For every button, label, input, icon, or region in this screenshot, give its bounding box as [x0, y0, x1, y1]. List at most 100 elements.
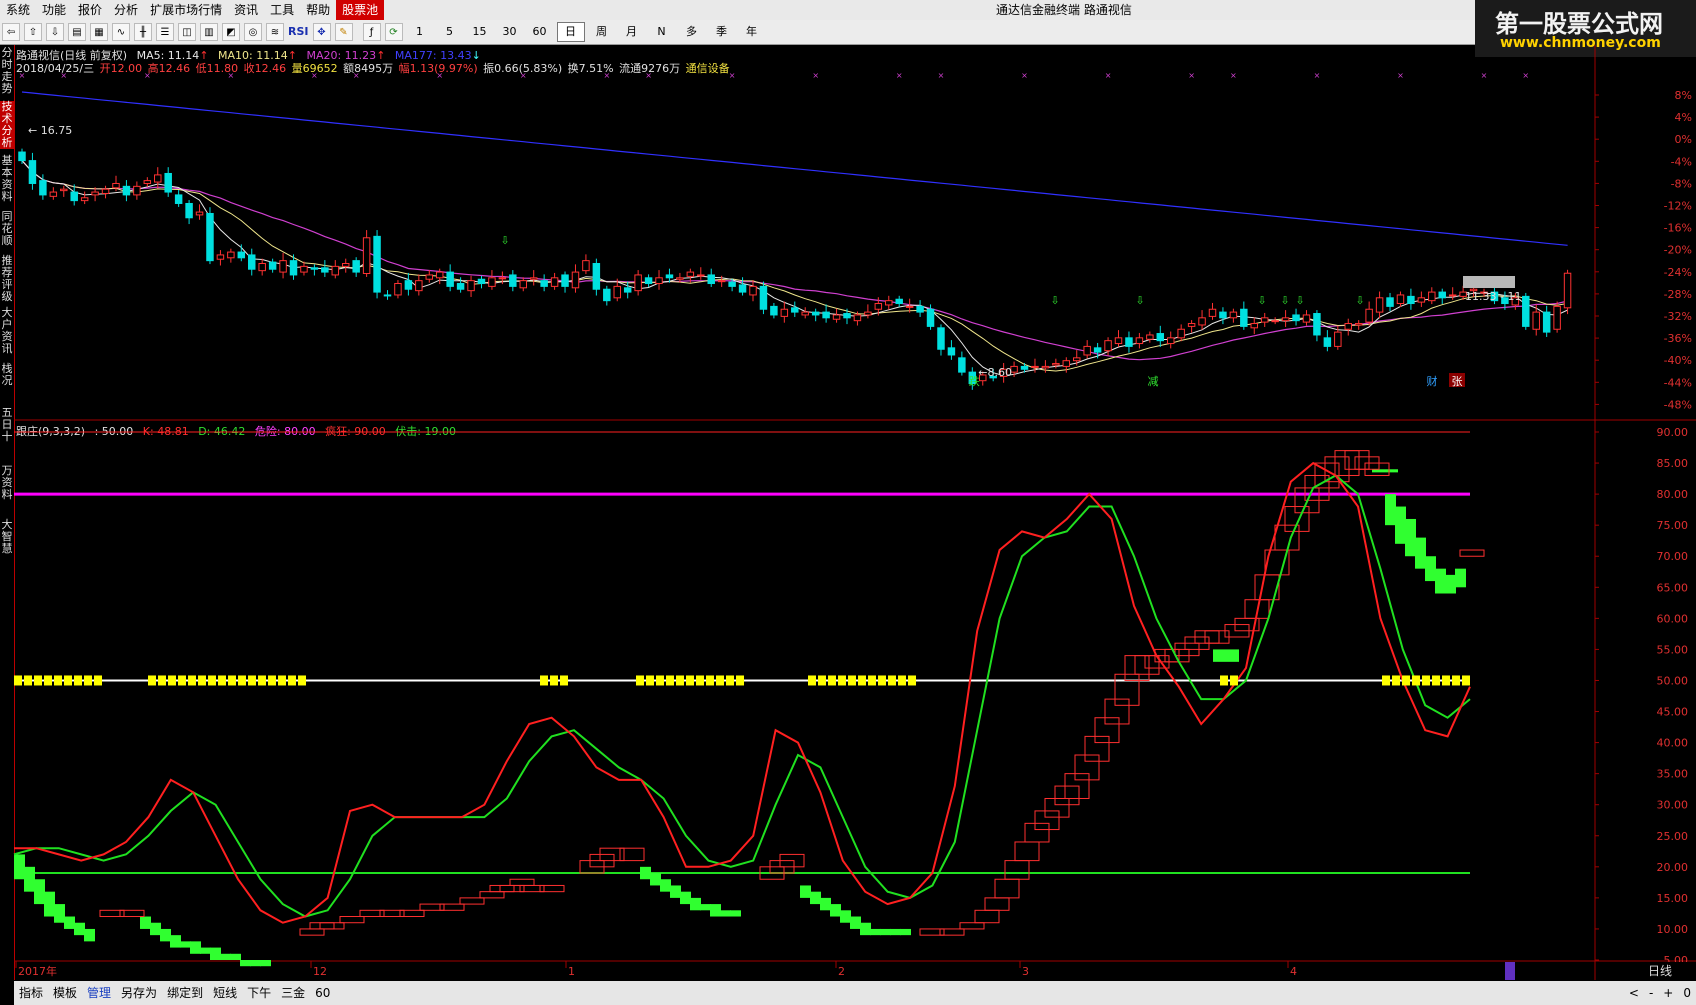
candle-body — [1073, 357, 1081, 362]
buy-block — [1284, 506, 1310, 532]
signal-mark: × — [1105, 71, 1112, 80]
signal-mark: × — [436, 71, 443, 80]
sell-block — [160, 928, 171, 942]
bottom-tab-sanjin[interactable]: 三金 — [276, 981, 310, 1005]
sell-block — [84, 928, 95, 942]
candle-body — [488, 277, 496, 287]
signal-mark: × — [812, 71, 819, 80]
signal-square — [736, 675, 744, 686]
signal-square — [666, 675, 674, 686]
candle-body — [435, 271, 444, 279]
bottom-tab-template[interactable]: 模板 — [48, 981, 82, 1005]
signal-square — [74, 675, 82, 686]
candle-body — [926, 308, 935, 327]
signal-square — [258, 675, 266, 686]
candle-body — [331, 265, 340, 276]
bottom-tab-short[interactable]: 短线 — [208, 981, 242, 1005]
kline-chart[interactable]: 8% 4% 0% -4% -8% -12% -16% -20% -24% -28% -32% -36%… — [0, 0, 1696, 1005]
candle-body — [1375, 297, 1384, 313]
signal-square — [188, 675, 196, 686]
sell-block — [1445, 574, 1456, 594]
sell-block — [64, 916, 75, 929]
signal-square — [1392, 675, 1400, 686]
signal-mark: × — [896, 71, 903, 80]
candle-body — [394, 283, 402, 296]
signal-square — [208, 675, 216, 686]
time-axis-label: 1 — [568, 965, 575, 978]
candle-body — [216, 254, 225, 260]
signal-square — [550, 675, 558, 686]
indicator-axis-label: 90.00 — [1657, 426, 1689, 439]
candle-body — [1156, 333, 1165, 342]
signal-square — [1412, 675, 1420, 686]
zoom-in-button[interactable]: + — [1658, 981, 1678, 1005]
period-label: 日线 — [1640, 962, 1696, 981]
candle-body — [1438, 291, 1446, 299]
signal-square — [248, 675, 256, 686]
ma177-line — [21, 91, 1568, 246]
indicator-axis-label: 10.00 — [1657, 923, 1689, 936]
buy-block — [479, 891, 505, 899]
buy-block — [299, 928, 325, 936]
sell-block — [730, 910, 741, 917]
candle-body — [822, 311, 830, 319]
signal-mark: × — [19, 71, 26, 80]
signal-square — [178, 675, 186, 686]
candle-body — [613, 285, 621, 299]
candle-body — [707, 274, 715, 285]
sell-block — [220, 953, 231, 960]
candle-body — [1062, 360, 1071, 367]
bottom-tab-60[interactable]: 60 — [310, 981, 335, 1005]
candle-body — [1208, 308, 1217, 317]
d-line — [13, 474, 1471, 918]
bottom-tab-save-as[interactable]: 另存为 — [116, 981, 162, 1005]
candle-body — [39, 180, 47, 196]
candle-body — [1553, 305, 1561, 330]
time-axis-label: 3 — [1022, 965, 1029, 978]
signal-square — [686, 675, 694, 686]
indicator-axis-label: 80.00 — [1657, 488, 1689, 501]
signal-mark: × — [1021, 71, 1028, 80]
down-arrow-signal: ⇩ — [1257, 294, 1266, 307]
bottom-tab-afternoon[interactable]: 下午 — [242, 981, 276, 1005]
buy-block — [1024, 822, 1050, 843]
sell-block — [810, 891, 821, 905]
bottom-tab-manage[interactable]: 管理 — [82, 981, 116, 1005]
signal-square — [716, 675, 724, 686]
indicator-axis-label: 55.00 — [1657, 643, 1689, 656]
low-price-label: ←8.60 — [978, 366, 1012, 379]
candle-body — [80, 197, 89, 202]
candle-body — [905, 305, 914, 308]
bottom-tab-bind[interactable]: 绑定到 — [162, 981, 208, 1005]
signal-square — [1220, 675, 1228, 686]
scroll-left-button[interactable]: < — [1624, 981, 1644, 1005]
signal-square — [84, 675, 92, 686]
bottom-tab-indicator[interactable]: 指标 — [14, 981, 48, 1005]
candle-body — [1313, 313, 1321, 336]
candle-body — [644, 277, 653, 285]
buy-block — [1044, 797, 1070, 818]
indicator-axis-label: 85.00 — [1657, 457, 1689, 470]
sell-block — [200, 947, 211, 954]
indicator-axis-label: 40.00 — [1657, 737, 1689, 750]
candle-body — [248, 254, 256, 270]
signal-square — [1230, 675, 1238, 686]
candle-body — [1104, 340, 1112, 352]
candle-body — [456, 283, 465, 290]
candle-body — [91, 191, 99, 196]
signal-square — [540, 675, 548, 686]
pct-axis-label: -32% — [1664, 310, 1692, 323]
zoom-out-button[interactable]: - — [1644, 981, 1658, 1005]
sell-block — [54, 904, 65, 923]
candle-body — [770, 305, 778, 316]
signal-square — [828, 675, 836, 686]
signal-square — [1452, 675, 1460, 686]
buy-block — [339, 916, 365, 924]
time-axis-label: 4 — [1290, 965, 1297, 978]
signal-square — [94, 675, 102, 686]
candle-body — [143, 180, 152, 184]
signal-square — [676, 675, 684, 686]
reset-zoom-button[interactable]: 0 — [1678, 981, 1696, 1005]
candle-body — [174, 194, 183, 204]
candle-body — [28, 160, 37, 184]
